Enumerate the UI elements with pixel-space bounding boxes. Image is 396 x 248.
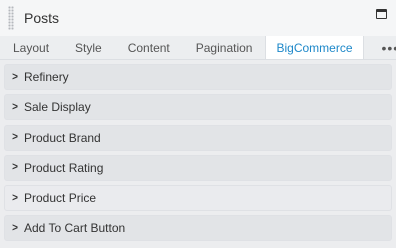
chevron-right-icon: > — [12, 222, 18, 235]
chevron-right-icon: > — [12, 161, 18, 174]
section-label: Add To Cart Button — [24, 221, 126, 236]
section-label: Product Price — [24, 191, 97, 206]
tab-layout[interactable]: Layout — [0, 36, 62, 59]
tab-style[interactable]: Style — [62, 36, 115, 59]
settings-panel: Posts Layout Style Content Pagination Bi… — [0, 0, 396, 248]
section-product-price[interactable]: > Product Price — [4, 185, 392, 212]
section-product-rating[interactable]: > Product Rating — [4, 154, 392, 181]
chevron-right-icon: > — [12, 131, 18, 144]
section-label: Refinery — [24, 70, 69, 84]
panel-header: Posts — [0, 0, 396, 36]
chevron-right-icon: > — [12, 192, 18, 205]
panel-title: Posts — [24, 10, 60, 26]
window-icon[interactable] — [376, 9, 387, 19]
chevron-right-icon: > — [12, 101, 18, 114]
section-product-brand[interactable]: > Product Brand — [4, 124, 392, 151]
drag-handle-icon[interactable] — [8, 6, 14, 30]
tab-content[interactable]: Content — [115, 36, 183, 59]
section-list: > Refinery > Sale Display > Product Bran… — [0, 60, 396, 242]
chevron-right-icon: > — [12, 70, 18, 84]
section-label: Product Rating — [24, 160, 104, 175]
section-refinery[interactable]: > Refinery — [4, 64, 392, 90]
section-label: Product Brand — [24, 130, 101, 145]
tab-pagination[interactable]: Pagination — [183, 36, 266, 59]
tab-bigcommerce[interactable]: BigCommerce — [265, 36, 364, 59]
section-sale-display[interactable]: > Sale Display — [4, 94, 392, 121]
section-label: Sale Display — [24, 100, 91, 115]
section-add-to-cart-button[interactable]: > Add To Cart Button — [4, 215, 392, 242]
tab-bar: Layout Style Content Pagination BigComme… — [0, 36, 396, 60]
more-tabs-icon[interactable]: ••• — [364, 36, 396, 59]
